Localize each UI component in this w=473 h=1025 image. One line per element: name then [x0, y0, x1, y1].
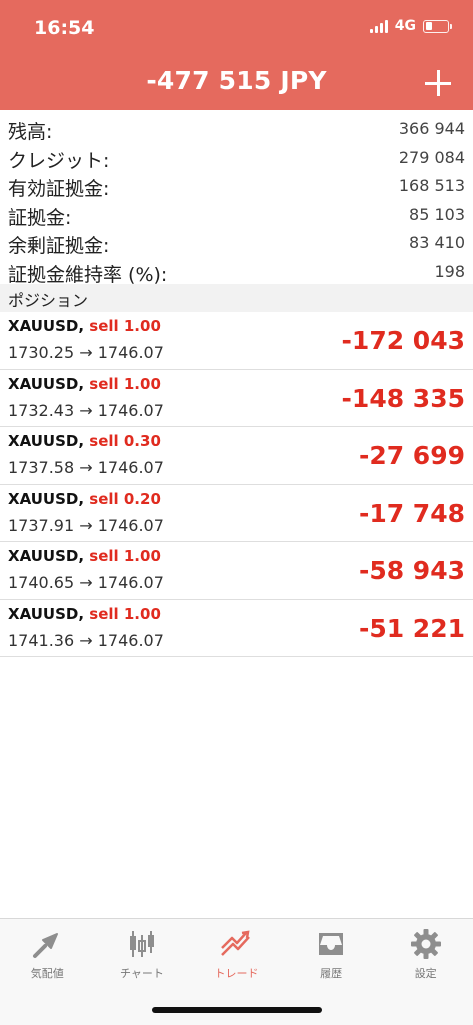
signal-strength-icon: [369, 19, 388, 33]
position-prices: 1737.58 → 1746.07: [8, 458, 164, 477]
tab-label: トレード: [214, 967, 259, 980]
status-time: 16:54: [34, 17, 95, 39]
summary-label: 余剰証拠金:: [8, 235, 110, 257]
position-symbol: XAUUSD,: [8, 547, 85, 565]
chart-candles-icon: [125, 927, 159, 961]
tab-label: 気配値: [30, 967, 64, 980]
positions-section-header: ポジション: [0, 284, 473, 312]
tab-chart-candles[interactable]: チャート: [95, 919, 190, 989]
summary-label: 残高:: [8, 121, 53, 143]
tab-settings-gear[interactable]: 設定: [378, 919, 473, 989]
position-row[interactable]: XAUUSD, sell 1.00 1741.36 → 1746.07 -51 22…: [0, 600, 473, 657]
position-prices: 1740.65 → 1746.07: [8, 573, 164, 592]
summary-value: 366 944: [398, 119, 465, 138]
position-side-volume: sell 1.00: [89, 547, 161, 565]
floating-profit-title: -477 515 JPY: [146, 66, 327, 95]
position-row[interactable]: XAUUSD, sell 1.00 1732.43 → 1746.07 -148 3…: [0, 370, 473, 427]
position-symbol-line: XAUUSD, sell 1.00: [8, 547, 161, 565]
position-side-volume: sell 0.20: [89, 489, 161, 508]
position-symbol-line: XAUUSD, sell 0.30: [8, 432, 161, 450]
position-symbol-line: XAUUSD, sell 1.00: [8, 605, 161, 623]
position-side-volume: sell 1.00: [89, 604, 161, 623]
position-symbol: XAUUSD,: [8, 604, 85, 623]
position-row[interactable]: XAUUSD, sell 0.30 1737.58 → 1746.07 -27 69…: [0, 427, 473, 485]
summary-value: 83 410: [409, 233, 465, 252]
position-prices: 1741.36 → 1746.07: [8, 630, 164, 650]
position-prices: 1732.43 → 1746.07: [8, 400, 164, 420]
battery-icon: [423, 19, 452, 33]
tab-trade[interactable]: トレード: [189, 919, 284, 989]
history-inbox-icon: [314, 927, 348, 961]
position-symbol: XAUUSD,: [8, 374, 85, 393]
tab-label: 設定: [414, 967, 437, 980]
position-row[interactable]: XAUUSD, sell 0.20 1737.91 → 1746.07 -17 74…: [0, 485, 473, 542]
position-side-volume: sell 1.00: [89, 374, 161, 393]
trade-icon: [219, 927, 253, 961]
position-profit: -172 043: [341, 326, 465, 355]
positions-title: ポジション: [8, 291, 89, 310]
status-bar: 16:54 4G: [0, 0, 473, 56]
tab-label: 履歴: [320, 967, 343, 980]
position-prices: 1737.91 → 1746.07: [8, 515, 164, 535]
account-summary: 残高: 366 944 クレジット: 279 084 有効証拠金: 168 513 証拠金:…: [0, 114, 473, 286]
position-profit: -17 748: [358, 498, 465, 528]
position-side-volume: sell 1.00: [89, 317, 161, 335]
position-prices: 1730.25 → 1746.07: [8, 343, 164, 362]
add-order-button[interactable]: [425, 70, 451, 96]
home-indicator: [152, 1007, 322, 1013]
summary-label: 有効証拠金:: [8, 178, 110, 200]
position-profit: -58 943: [358, 556, 465, 585]
position-profit: -51 221: [358, 613, 465, 643]
summary-row: 証拠金: 85 103: [0, 200, 473, 229]
position-symbol-line: XAUUSD, sell 1.00: [8, 375, 161, 393]
quotes-icon: [30, 927, 64, 961]
app-header: 16:54 4G -477 515 JPY: [0, 0, 473, 110]
summary-label: 証拠金:: [8, 206, 72, 229]
summary-row: クレジット: 279 084: [0, 143, 473, 172]
position-row[interactable]: XAUUSD, sell 1.00 1730.25 → 1746.07 -172 0…: [0, 312, 473, 370]
position-side-volume: sell 0.30: [89, 432, 161, 450]
network-type: 4G: [394, 18, 416, 34]
summary-row: 証拠金維持率 (%): 198: [0, 257, 473, 286]
positions-list: XAUUSD, sell 1.00 1730.25 → 1746.07 -172 0…: [0, 312, 473, 657]
summary-value: 85 103: [409, 204, 465, 224]
summary-label: 証拠金維持率 (%):: [8, 263, 168, 286]
position-symbol: XAUUSD,: [8, 317, 85, 335]
summary-row: 余剰証拠金: 83 410: [0, 228, 473, 257]
position-row[interactable]: XAUUSD, sell 1.00 1740.65 → 1746.07 -58 94…: [0, 542, 473, 600]
position-symbol: XAUUSD,: [8, 489, 85, 508]
position-profit: -27 699: [358, 441, 465, 470]
tab-history-inbox[interactable]: 履歴: [284, 919, 379, 989]
tab-quotes[interactable]: 気配値: [0, 919, 95, 989]
position-symbol: XAUUSD,: [8, 432, 85, 450]
summary-row: 残高: 366 944: [0, 114, 473, 143]
status-indicators: 4G: [369, 18, 452, 34]
summary-value: 198: [434, 261, 465, 281]
position-profit: -148 335: [341, 383, 465, 413]
summary-row: 有効証拠金: 168 513: [0, 171, 473, 200]
summary-value: 279 084: [398, 147, 465, 167]
settings-gear-icon: [409, 927, 443, 961]
summary-label: クレジット:: [8, 149, 110, 172]
summary-value: 168 513: [398, 176, 465, 195]
tab-label: チャート: [119, 967, 164, 980]
position-symbol-line: XAUUSD, sell 0.20: [8, 490, 161, 508]
position-symbol-line: XAUUSD, sell 1.00: [8, 317, 161, 335]
